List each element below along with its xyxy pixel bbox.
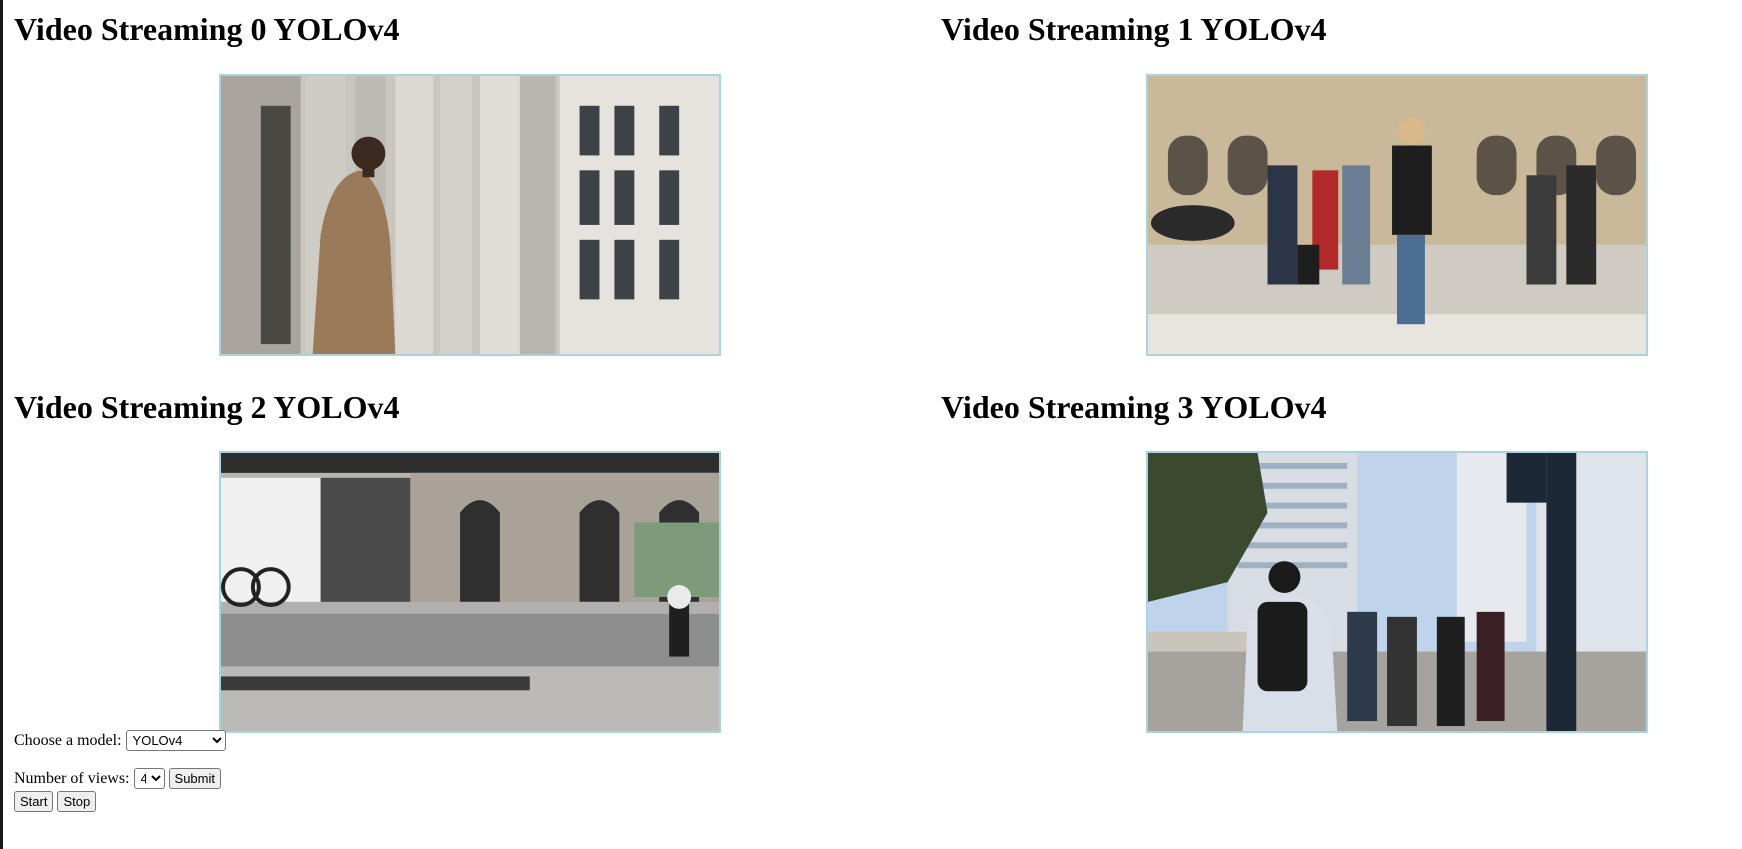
start-button[interactable]: Start <box>14 791 54 812</box>
stream-0-video <box>219 74 721 356</box>
stream-2-image <box>221 453 719 731</box>
stream-1-image <box>1148 76 1646 354</box>
stream-0-image <box>221 76 719 354</box>
views-label: Number of views: <box>14 770 130 787</box>
stream-2-title: Video Streaming 2 YOLOv4 <box>14 389 400 425</box>
stream-3-video <box>1146 451 1648 733</box>
views-controls: Number of views: 4 Submit <box>14 768 221 789</box>
stream-0-title: Video Streaming 0 YOLOv4 <box>14 11 400 47</box>
stop-button[interactable]: Stop <box>57 791 97 812</box>
stream-1-video <box>1146 74 1648 356</box>
stream-3-title: Video Streaming 3 YOLOv4 <box>941 389 1327 425</box>
stream-controls: Start Stop <box>14 791 97 812</box>
model-controls: Choose a model: YOLOv4 <box>14 730 226 751</box>
model-select[interactable]: YOLOv4 <box>125 730 226 751</box>
model-label: Choose a model: <box>14 732 122 749</box>
submit-button[interactable]: Submit <box>168 768 221 789</box>
stream-3-image <box>1148 453 1646 731</box>
stream-1-title: Video Streaming 1 YOLOv4 <box>941 11 1327 47</box>
views-select[interactable]: 4 <box>133 768 165 789</box>
stream-2-video <box>219 451 721 733</box>
